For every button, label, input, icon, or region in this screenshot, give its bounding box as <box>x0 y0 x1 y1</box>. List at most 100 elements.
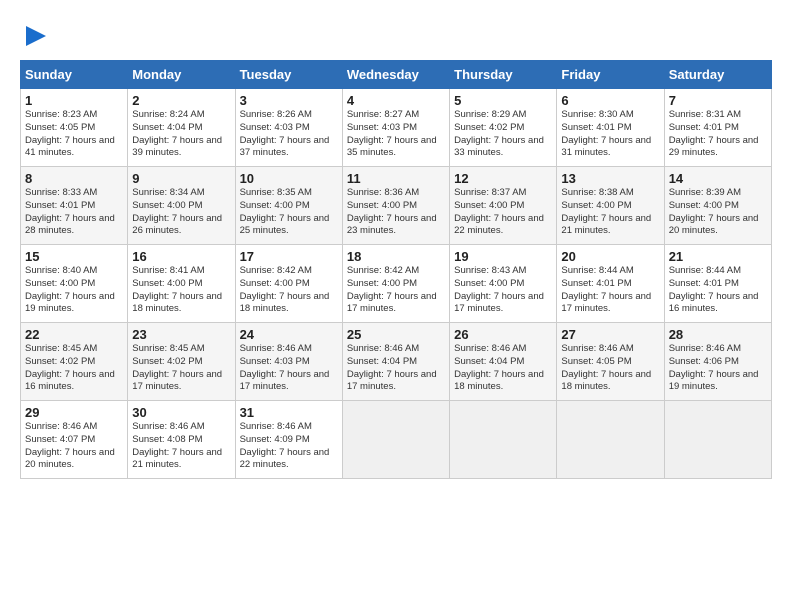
day-number: 26 <box>454 327 552 342</box>
day-info: Sunrise: 8:41 AM Sunset: 4:00 PM Dayligh… <box>132 265 230 316</box>
calendar-cell: 1Sunrise: 8:23 AM Sunset: 4:05 PM Daylig… <box>21 89 128 167</box>
calendar-cell: 13Sunrise: 8:38 AM Sunset: 4:00 PM Dayli… <box>557 167 664 245</box>
day-info: Sunrise: 8:27 AM Sunset: 4:03 PM Dayligh… <box>347 109 445 160</box>
calendar-cell: 24Sunrise: 8:46 AM Sunset: 4:03 PM Dayli… <box>235 323 342 401</box>
day-number: 17 <box>240 249 338 264</box>
day-number: 19 <box>454 249 552 264</box>
calendar-cell: 6Sunrise: 8:30 AM Sunset: 4:01 PM Daylig… <box>557 89 664 167</box>
day-info: Sunrise: 8:45 AM Sunset: 4:02 PM Dayligh… <box>132 343 230 394</box>
day-info: Sunrise: 8:34 AM Sunset: 4:00 PM Dayligh… <box>132 187 230 238</box>
calendar-cell: 2Sunrise: 8:24 AM Sunset: 4:04 PM Daylig… <box>128 89 235 167</box>
day-number: 30 <box>132 405 230 420</box>
day-info: Sunrise: 8:46 AM Sunset: 4:08 PM Dayligh… <box>132 421 230 472</box>
day-info: Sunrise: 8:37 AM Sunset: 4:00 PM Dayligh… <box>454 187 552 238</box>
calendar-cell: 4Sunrise: 8:27 AM Sunset: 4:03 PM Daylig… <box>342 89 449 167</box>
calendar-cell: 8Sunrise: 8:33 AM Sunset: 4:01 PM Daylig… <box>21 167 128 245</box>
day-number: 4 <box>347 93 445 108</box>
calendar-table: SundayMondayTuesdayWednesdayThursdayFrid… <box>20 60 772 479</box>
day-info: Sunrise: 8:43 AM Sunset: 4:00 PM Dayligh… <box>454 265 552 316</box>
day-info: Sunrise: 8:46 AM Sunset: 4:05 PM Dayligh… <box>561 343 659 394</box>
day-number: 22 <box>25 327 123 342</box>
calendar-cell: 16Sunrise: 8:41 AM Sunset: 4:00 PM Dayli… <box>128 245 235 323</box>
day-number: 2 <box>132 93 230 108</box>
col-header-saturday: Saturday <box>664 61 771 89</box>
day-info: Sunrise: 8:23 AM Sunset: 4:05 PM Dayligh… <box>25 109 123 160</box>
day-number: 1 <box>25 93 123 108</box>
day-number: 28 <box>669 327 767 342</box>
calendar-cell: 3Sunrise: 8:26 AM Sunset: 4:03 PM Daylig… <box>235 89 342 167</box>
calendar-cell: 5Sunrise: 8:29 AM Sunset: 4:02 PM Daylig… <box>450 89 557 167</box>
calendar-cell <box>450 401 557 479</box>
col-header-thursday: Thursday <box>450 61 557 89</box>
calendar-cell: 15Sunrise: 8:40 AM Sunset: 4:00 PM Dayli… <box>21 245 128 323</box>
calendar-cell: 18Sunrise: 8:42 AM Sunset: 4:00 PM Dayli… <box>342 245 449 323</box>
day-number: 20 <box>561 249 659 264</box>
day-number: 15 <box>25 249 123 264</box>
calendar-cell: 12Sunrise: 8:37 AM Sunset: 4:00 PM Dayli… <box>450 167 557 245</box>
calendar-cell: 22Sunrise: 8:45 AM Sunset: 4:02 PM Dayli… <box>21 323 128 401</box>
calendar-cell: 31Sunrise: 8:46 AM Sunset: 4:09 PM Dayli… <box>235 401 342 479</box>
day-number: 29 <box>25 405 123 420</box>
day-number: 10 <box>240 171 338 186</box>
day-number: 3 <box>240 93 338 108</box>
logo-icon <box>22 22 50 50</box>
day-number: 14 <box>669 171 767 186</box>
day-info: Sunrise: 8:38 AM Sunset: 4:00 PM Dayligh… <box>561 187 659 238</box>
day-number: 9 <box>132 171 230 186</box>
day-info: Sunrise: 8:35 AM Sunset: 4:00 PM Dayligh… <box>240 187 338 238</box>
day-info: Sunrise: 8:40 AM Sunset: 4:00 PM Dayligh… <box>25 265 123 316</box>
day-info: Sunrise: 8:46 AM Sunset: 4:03 PM Dayligh… <box>240 343 338 394</box>
col-header-monday: Monday <box>128 61 235 89</box>
day-number: 11 <box>347 171 445 186</box>
day-number: 12 <box>454 171 552 186</box>
day-number: 5 <box>454 93 552 108</box>
day-info: Sunrise: 8:31 AM Sunset: 4:01 PM Dayligh… <box>669 109 767 160</box>
day-number: 21 <box>669 249 767 264</box>
col-header-sunday: Sunday <box>21 61 128 89</box>
calendar-cell: 11Sunrise: 8:36 AM Sunset: 4:00 PM Dayli… <box>342 167 449 245</box>
day-number: 27 <box>561 327 659 342</box>
day-info: Sunrise: 8:46 AM Sunset: 4:04 PM Dayligh… <box>347 343 445 394</box>
day-info: Sunrise: 8:39 AM Sunset: 4:00 PM Dayligh… <box>669 187 767 238</box>
day-info: Sunrise: 8:44 AM Sunset: 4:01 PM Dayligh… <box>669 265 767 316</box>
col-header-tuesday: Tuesday <box>235 61 342 89</box>
col-header-friday: Friday <box>557 61 664 89</box>
day-info: Sunrise: 8:36 AM Sunset: 4:00 PM Dayligh… <box>347 187 445 238</box>
calendar-cell: 20Sunrise: 8:44 AM Sunset: 4:01 PM Dayli… <box>557 245 664 323</box>
calendar-cell: 17Sunrise: 8:42 AM Sunset: 4:00 PM Dayli… <box>235 245 342 323</box>
calendar-cell: 27Sunrise: 8:46 AM Sunset: 4:05 PM Dayli… <box>557 323 664 401</box>
day-info: Sunrise: 8:46 AM Sunset: 4:06 PM Dayligh… <box>669 343 767 394</box>
day-info: Sunrise: 8:42 AM Sunset: 4:00 PM Dayligh… <box>240 265 338 316</box>
day-info: Sunrise: 8:24 AM Sunset: 4:04 PM Dayligh… <box>132 109 230 160</box>
col-header-wednesday: Wednesday <box>342 61 449 89</box>
day-info: Sunrise: 8:29 AM Sunset: 4:02 PM Dayligh… <box>454 109 552 160</box>
day-number: 6 <box>561 93 659 108</box>
day-info: Sunrise: 8:46 AM Sunset: 4:04 PM Dayligh… <box>454 343 552 394</box>
day-info: Sunrise: 8:30 AM Sunset: 4:01 PM Dayligh… <box>561 109 659 160</box>
day-number: 7 <box>669 93 767 108</box>
logo <box>20 22 50 50</box>
day-info: Sunrise: 8:46 AM Sunset: 4:07 PM Dayligh… <box>25 421 123 472</box>
day-number: 25 <box>347 327 445 342</box>
page: SundayMondayTuesdayWednesdayThursdayFrid… <box>0 0 792 491</box>
header <box>20 18 772 50</box>
calendar-cell: 30Sunrise: 8:46 AM Sunset: 4:08 PM Dayli… <box>128 401 235 479</box>
calendar-cell: 28Sunrise: 8:46 AM Sunset: 4:06 PM Dayli… <box>664 323 771 401</box>
calendar-cell: 25Sunrise: 8:46 AM Sunset: 4:04 PM Dayli… <box>342 323 449 401</box>
day-number: 24 <box>240 327 338 342</box>
calendar-cell <box>342 401 449 479</box>
calendar-cell: 14Sunrise: 8:39 AM Sunset: 4:00 PM Dayli… <box>664 167 771 245</box>
calendar-cell: 7Sunrise: 8:31 AM Sunset: 4:01 PM Daylig… <box>664 89 771 167</box>
day-info: Sunrise: 8:26 AM Sunset: 4:03 PM Dayligh… <box>240 109 338 160</box>
day-info: Sunrise: 8:45 AM Sunset: 4:02 PM Dayligh… <box>25 343 123 394</box>
day-number: 23 <box>132 327 230 342</box>
calendar-cell: 10Sunrise: 8:35 AM Sunset: 4:00 PM Dayli… <box>235 167 342 245</box>
calendar-cell: 9Sunrise: 8:34 AM Sunset: 4:00 PM Daylig… <box>128 167 235 245</box>
day-info: Sunrise: 8:46 AM Sunset: 4:09 PM Dayligh… <box>240 421 338 472</box>
day-number: 13 <box>561 171 659 186</box>
calendar-cell: 29Sunrise: 8:46 AM Sunset: 4:07 PM Dayli… <box>21 401 128 479</box>
calendar-cell <box>664 401 771 479</box>
day-number: 31 <box>240 405 338 420</box>
calendar-cell: 23Sunrise: 8:45 AM Sunset: 4:02 PM Dayli… <box>128 323 235 401</box>
day-number: 16 <box>132 249 230 264</box>
